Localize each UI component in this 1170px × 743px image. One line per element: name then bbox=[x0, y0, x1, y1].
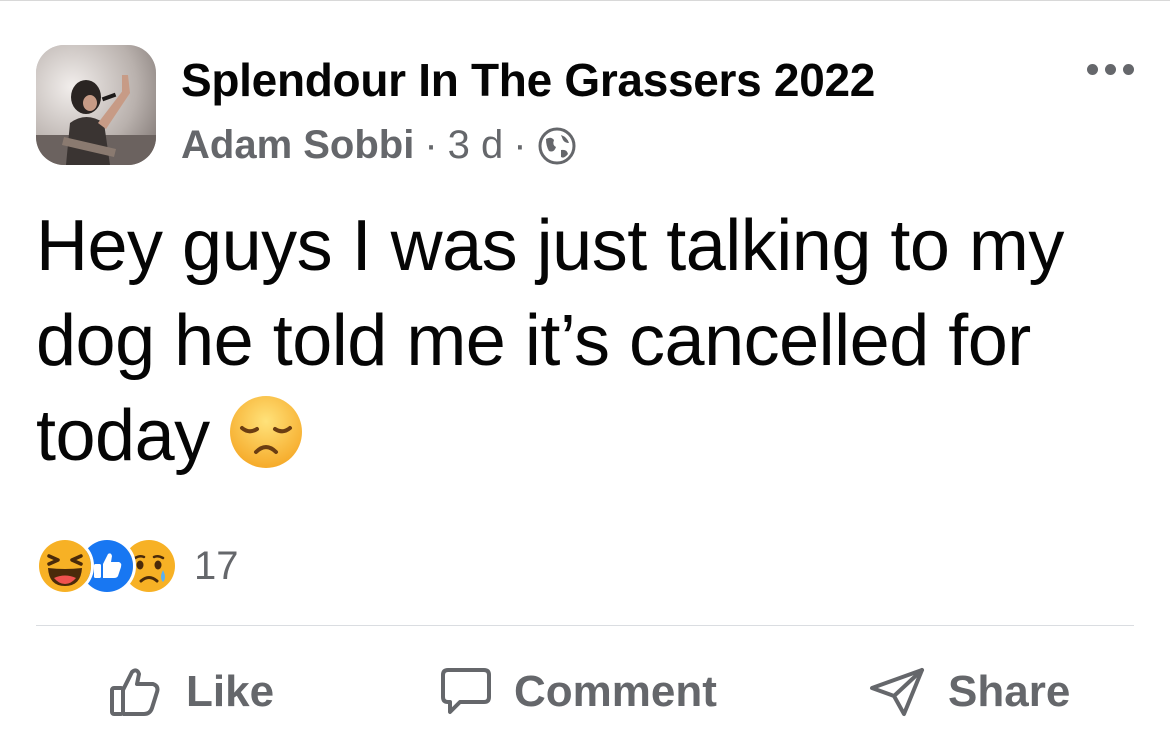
profile-photo bbox=[36, 45, 156, 165]
haha-reaction-icon bbox=[36, 537, 94, 595]
comment-label: Comment bbox=[514, 667, 717, 716]
divider bbox=[36, 625, 1134, 626]
globe-icon bbox=[537, 126, 577, 166]
post-card: Splendour In The Grassers 2022 Adam Sobb… bbox=[0, 0, 1170, 743]
meta-separator: · bbox=[424, 123, 438, 167]
thumbs-up-icon bbox=[110, 668, 160, 716]
author-name[interactable]: Adam Sobbi bbox=[181, 123, 414, 168]
comment-bubble-icon bbox=[441, 668, 491, 714]
meta-separator: · bbox=[513, 123, 527, 167]
post-meta: Adam Sobbi · 3 d · bbox=[181, 123, 577, 168]
more-options-icon[interactable] bbox=[1082, 56, 1138, 82]
post-time[interactable]: 3 d bbox=[448, 123, 504, 168]
group-name[interactable]: Splendour In The Grassers 2022 bbox=[181, 53, 875, 107]
action-bar: Like Comment Share bbox=[0, 655, 1170, 729]
like-label: Like bbox=[186, 667, 275, 716]
reactions-summary[interactable]: 17 bbox=[36, 537, 239, 595]
reaction-count: 17 bbox=[194, 543, 239, 588]
share-button[interactable]: Share bbox=[868, 655, 1070, 729]
share-label: Share bbox=[948, 667, 1071, 716]
post-body: Hey guys I was just talking to my dog he… bbox=[36, 199, 1146, 484]
comment-button[interactable]: Comment bbox=[440, 655, 717, 729]
post-text: Hey guys I was just talking to my dog he… bbox=[36, 206, 1064, 476]
group-avatar[interactable] bbox=[36, 45, 156, 165]
like-button[interactable]: Like bbox=[108, 655, 274, 729]
disappointed-face-emoji-icon bbox=[228, 394, 304, 470]
share-arrow-icon bbox=[870, 668, 924, 716]
